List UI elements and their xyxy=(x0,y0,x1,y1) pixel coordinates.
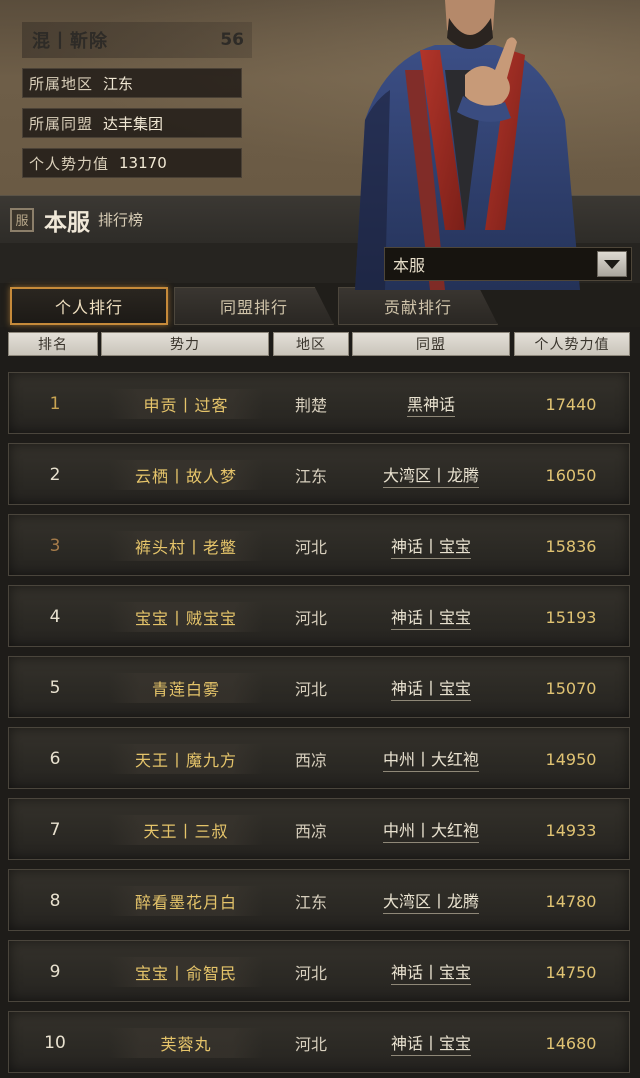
row-player-name[interactable]: 宝宝丨贼宝宝 xyxy=(101,586,271,648)
ranking-row[interactable]: 5 青莲白雾 河北 神话丨宝宝 15070 xyxy=(8,656,630,718)
row-alliance-link[interactable]: 黑神话 xyxy=(351,373,511,435)
region-row: 所属地区 江东 xyxy=(22,68,242,98)
ranking-row[interactable]: 2 云栖丨故人梦 江东 大湾区丨龙腾 16050 xyxy=(8,443,630,505)
row-score: 14750 xyxy=(545,962,597,982)
dropdown-toggle-button[interactable] xyxy=(597,251,627,277)
row-rank: 10 xyxy=(44,1033,66,1053)
row-alliance-link[interactable]: 神话丨宝宝 xyxy=(351,586,511,648)
ranking-row[interactable]: 6 天王丨魔九方 西凉 中州丨大红袍 14950 xyxy=(8,727,630,789)
row-player-name[interactable]: 醉看墨花月白 xyxy=(101,870,271,932)
row-region: 荆楚 xyxy=(294,396,327,415)
power-row: 个人势力值 13170 xyxy=(22,148,242,178)
column-header-power[interactable]: 势力 xyxy=(101,332,269,356)
row-score: 14780 xyxy=(545,891,597,911)
player-name-row: 混丨靳除 56 xyxy=(22,22,252,58)
row-alliance-link[interactable]: 大湾区丨龙腾 xyxy=(351,444,511,506)
power-value: 13170 xyxy=(119,154,167,172)
tab-alliance-ranking[interactable]: 同盟排行 xyxy=(174,287,334,325)
row-player-name[interactable]: 青莲白雾 xyxy=(101,657,271,719)
ranking-row[interactable]: 8 醉看墨花月白 江东 大湾区丨龙腾 14780 xyxy=(8,869,630,931)
row-rank: 4 xyxy=(49,607,61,627)
player-name: 混丨靳除 xyxy=(32,31,108,52)
page-subtitle: 排行榜 xyxy=(98,211,144,229)
row-score: 15193 xyxy=(545,607,597,627)
row-score: 15836 xyxy=(545,536,597,556)
row-region: 西凉 xyxy=(294,751,327,770)
row-rank: 3 xyxy=(49,536,61,556)
tab-contribution-ranking[interactable]: 贡献排行 xyxy=(338,287,498,325)
row-alliance-link[interactable]: 神话丨宝宝 xyxy=(351,657,511,719)
alliance-row: 所属同盟 达丰集团 xyxy=(22,108,242,138)
row-score: 16050 xyxy=(545,465,597,485)
row-alliance-link[interactable]: 大湾区丨龙腾 xyxy=(351,870,511,932)
row-region: 河北 xyxy=(294,609,327,628)
row-player-name[interactable]: 云栖丨故人梦 xyxy=(101,444,271,506)
row-score: 14680 xyxy=(545,1033,597,1053)
row-player-name[interactable]: 宝宝丨俞智民 xyxy=(101,941,271,1003)
row-region: 河北 xyxy=(294,538,327,557)
row-player-name[interactable]: 天王丨三叔 xyxy=(101,799,271,861)
server-dropdown-value: 本服 xyxy=(393,256,426,275)
row-player-name[interactable]: 天王丨魔九方 xyxy=(101,728,271,790)
ranking-row[interactable]: 1 申贡丨过客 荆楚 黑神话 17440 xyxy=(8,372,630,434)
alliance-value: 达丰集团 xyxy=(103,114,164,133)
ranking-row[interactable]: 9 宝宝丨俞智民 河北 神话丨宝宝 14750 xyxy=(8,940,630,1002)
seal-icon: 服 xyxy=(10,207,34,232)
ranking-list: 1 申贡丨过客 荆楚 黑神话 17440 2 云栖丨故人梦 江东 大湾区丨龙腾 … xyxy=(0,360,640,1078)
row-alliance-link[interactable]: 神话丨宝宝 xyxy=(351,1012,511,1074)
row-player-name[interactable]: 裤头村丨老鳖 xyxy=(101,515,271,577)
row-region: 河北 xyxy=(294,964,327,983)
row-region: 河北 xyxy=(294,1035,327,1054)
server-dropdown[interactable]: 本服 xyxy=(384,247,632,281)
ranking-row[interactable]: 10 芙蓉丸 河北 神话丨宝宝 14680 xyxy=(8,1011,630,1073)
power-label: 个人势力值 xyxy=(29,154,110,173)
row-alliance-link[interactable]: 神话丨宝宝 xyxy=(351,515,511,577)
row-score: 14950 xyxy=(545,749,597,769)
row-score: 15070 xyxy=(545,678,597,698)
row-score: 17440 xyxy=(545,394,597,414)
row-region: 江东 xyxy=(294,893,327,912)
row-player-name[interactable]: 芙蓉丸 xyxy=(101,1012,271,1074)
column-header-score[interactable]: 个人势力值 xyxy=(514,332,630,356)
row-rank: 1 xyxy=(49,394,61,414)
column-header-rank[interactable]: 排名 xyxy=(8,332,98,356)
row-alliance-link[interactable]: 神话丨宝宝 xyxy=(351,941,511,1003)
column-header-region[interactable]: 地区 xyxy=(273,332,349,356)
player-level: 56 xyxy=(220,30,244,50)
region-label: 所属地区 xyxy=(29,74,94,93)
row-rank: 8 xyxy=(49,891,61,911)
row-player-name[interactable]: 申贡丨过客 xyxy=(101,373,271,435)
row-rank: 7 xyxy=(49,820,61,840)
row-alliance-link[interactable]: 中州丨大红袍 xyxy=(351,728,511,790)
row-alliance-link[interactable]: 中州丨大红袍 xyxy=(351,799,511,861)
row-rank: 6 xyxy=(49,749,61,769)
profile-panel: 混丨靳除 56 所属地区 江东 所属同盟 达丰集团 个人势力值 13170 xyxy=(14,14,252,186)
page-title: 本服 xyxy=(44,209,90,236)
ranking-row[interactable]: 3 裤头村丨老鳖 河北 神话丨宝宝 15836 xyxy=(8,514,630,576)
row-rank: 9 xyxy=(49,962,61,982)
ranking-row[interactable]: 4 宝宝丨贼宝宝 河北 神话丨宝宝 15193 xyxy=(8,585,630,647)
row-score: 14933 xyxy=(545,820,597,840)
tab-personal-ranking[interactable]: 个人排行 xyxy=(10,287,168,325)
row-region: 河北 xyxy=(294,680,327,699)
chevron-down-icon xyxy=(604,259,620,269)
row-region: 江东 xyxy=(294,467,327,486)
row-region: 西凉 xyxy=(294,822,327,841)
row-rank: 5 xyxy=(49,678,61,698)
region-value: 江东 xyxy=(103,74,134,93)
ranking-row[interactable]: 7 天王丨三叔 西凉 中州丨大红袍 14933 xyxy=(8,798,630,860)
row-rank: 2 xyxy=(49,465,61,485)
column-header-alliance[interactable]: 同盟 xyxy=(352,332,510,356)
alliance-label: 所属同盟 xyxy=(29,114,94,133)
